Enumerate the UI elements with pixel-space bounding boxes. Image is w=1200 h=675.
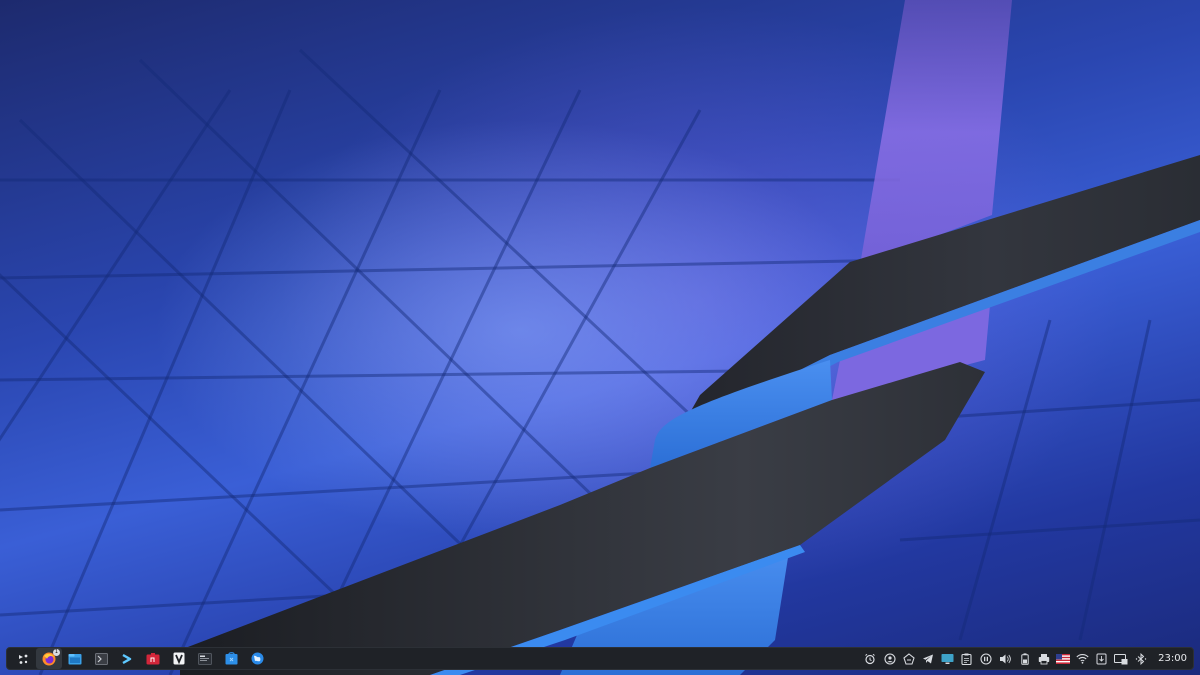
printer-tray-item[interactable]: [1034, 648, 1053, 669]
discover-store-icon: [225, 652, 237, 665]
telegram-tray-item[interactable]: [919, 648, 938, 669]
printer-icon: [1038, 653, 1050, 664]
user-sync-tray-item[interactable]: [880, 648, 899, 669]
desktop[interactable]: 1 23:00: [0, 0, 1200, 675]
storage-device-tray-item[interactable]: [1092, 648, 1111, 669]
telegram-icon: [923, 654, 934, 663]
volume-icon: [1000, 654, 1012, 663]
text-editor-task-button[interactable]: [166, 648, 192, 669]
task-manager: 1: [7, 648, 270, 669]
storage-device-icon: [1096, 653, 1107, 664]
wifi-tray-item[interactable]: [1073, 648, 1092, 669]
application-launcher-button[interactable]: [10, 648, 36, 669]
battery-tray-item[interactable]: [1015, 648, 1034, 669]
browser-globe-icon: [251, 652, 263, 665]
taskbar-panel: 1 23:00: [6, 647, 1194, 670]
file-manager-task-button[interactable]: [62, 648, 88, 669]
system-monitor-icon: [198, 652, 212, 665]
vault-icon: [903, 652, 915, 665]
display-tray-item[interactable]: [938, 648, 957, 669]
text-editor-icon: [173, 652, 185, 665]
clipboard-icon: [961, 653, 972, 665]
file-manager-icon: [68, 653, 82, 664]
bluetooth-icon: [1135, 652, 1146, 665]
user-sync-icon: [884, 652, 896, 665]
system-monitor-task-button[interactable]: [192, 648, 218, 669]
battery-icon: [1021, 652, 1029, 665]
konsole-task-button[interactable]: [114, 648, 140, 669]
bluetooth-tray-item[interactable]: [1131, 648, 1150, 669]
terminal-icon: [94, 652, 108, 665]
keyboard-layout-tray-item[interactable]: [1054, 648, 1073, 669]
red-app-icon: [146, 652, 160, 664]
vault-tray-item[interactable]: [899, 648, 918, 669]
digital-clock[interactable]: 23:00: [1158, 653, 1187, 664]
media-pause-tray-item[interactable]: [977, 648, 996, 669]
alarm-tray-item[interactable]: [861, 648, 880, 669]
terminal-task-button[interactable]: [88, 648, 114, 669]
volume-tray-item[interactable]: [996, 648, 1015, 669]
firefox-task-button[interactable]: 1: [36, 648, 62, 669]
konsole-prompt-icon: [122, 653, 132, 664]
red-app-task-button[interactable]: [140, 648, 166, 669]
network-tray-item[interactable]: [1112, 648, 1131, 669]
notification-badge: 1: [53, 649, 60, 656]
application-launcher-icon: [19, 654, 28, 664]
display-icon: [941, 653, 954, 664]
alarm-icon: [865, 653, 876, 664]
clipboard-tray-item[interactable]: [957, 648, 976, 669]
network-icon: [1114, 653, 1128, 664]
wifi-icon: [1076, 654, 1089, 664]
discover-store-task-button[interactable]: [218, 648, 244, 669]
system-tray: 23:00: [861, 648, 1193, 669]
pause-icon: [980, 652, 992, 665]
keyboard-layout-us-flag-icon: [1056, 653, 1071, 664]
wallpaper: [0, 0, 1200, 675]
browser-task-button[interactable]: [244, 648, 270, 669]
